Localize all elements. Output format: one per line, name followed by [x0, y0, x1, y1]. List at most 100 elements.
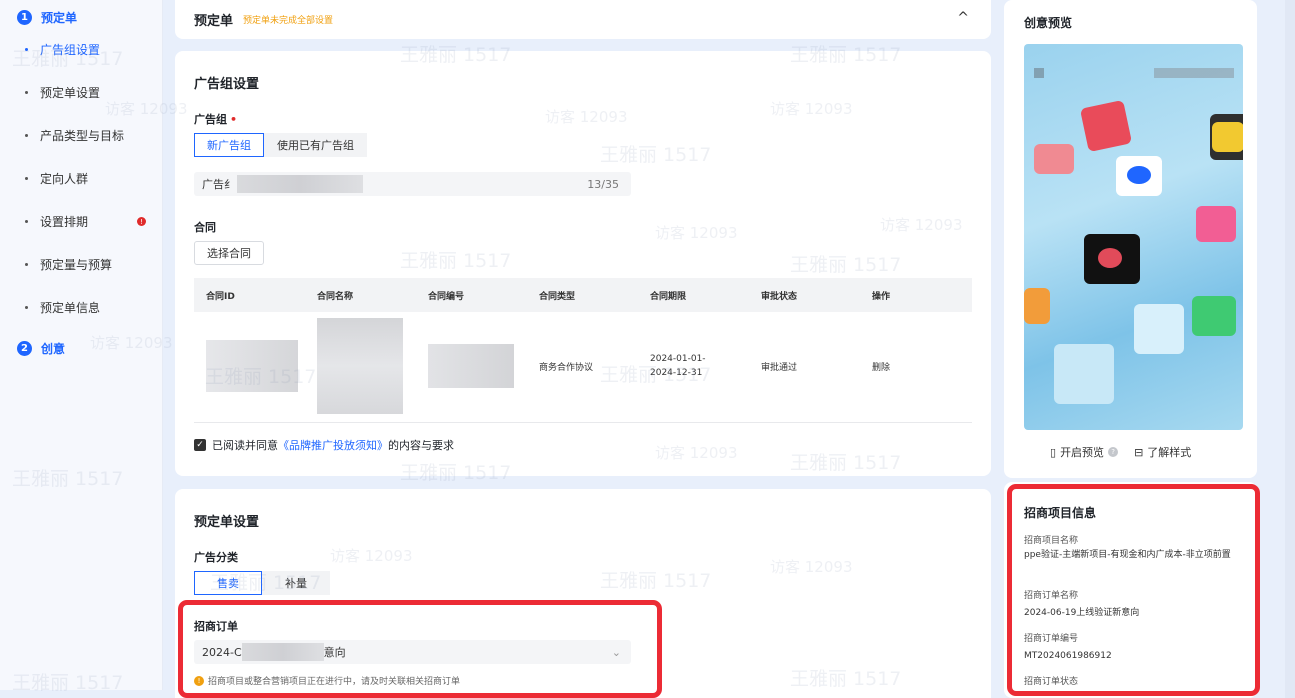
- order-header: 预定单 预定单未完成全部设置 ^: [175, 0, 991, 39]
- contract-label: 合同: [194, 221, 216, 234]
- bullet-icon: [25, 306, 28, 309]
- sidebar-item-targeting[interactable]: 定向人群: [0, 157, 162, 200]
- contract-number-cell: [416, 312, 527, 420]
- open-preview-button[interactable]: 开启预览: [1060, 444, 1104, 460]
- bullet-icon: [25, 134, 28, 137]
- guidelines-link[interactable]: 《品牌推广投放须知》: [278, 437, 388, 453]
- char-counter: 13/35: [587, 177, 619, 191]
- collapse-chevron-icon[interactable]: ^: [957, 10, 969, 26]
- contract-name-cell: [305, 312, 416, 420]
- agreement-text: 已阅读并同意: [212, 439, 278, 452]
- warning-icon: !: [137, 217, 146, 226]
- step-sidebar: 1 预定单 广告组设置 预定单设置 产品类型与目标 定向人群 设置排期! 预定量…: [0, 0, 163, 690]
- sidebar-item-label: 设置排期: [40, 215, 89, 229]
- bullet-icon: [25, 263, 28, 266]
- sidebar-item-label: 预定单设置: [40, 86, 101, 100]
- sidebar-item-label: 预定量与预算: [40, 258, 113, 272]
- agreement-row: ✓ 已阅读并同意 《品牌推广投放须知》 的内容与要求: [194, 437, 454, 453]
- column-header: 操作: [860, 278, 972, 312]
- sale-option[interactable]: 售卖: [194, 571, 262, 595]
- column-header: 合同期限: [638, 278, 749, 312]
- contract-table: 合同ID 合同名称 合同编号 合同类型 合同期限 审批状态 操作 商务合作协议 …: [194, 278, 972, 420]
- app-tile: [1127, 166, 1151, 184]
- step-number-2: 2: [17, 340, 32, 356]
- redacted-value: [428, 344, 514, 388]
- ad-group-label: 广告组 •: [194, 111, 237, 127]
- app-tile: [1196, 206, 1236, 242]
- approval-status-cell: 审批通过: [761, 362, 798, 373]
- sidebar-item-order-info[interactable]: 预定单信息: [0, 286, 162, 329]
- column-header: 合同名称: [305, 278, 416, 312]
- scrollbar-track[interactable]: [1285, 0, 1295, 698]
- table-header-row: 合同ID 合同名称 合同编号 合同类型 合同期限 审批状态 操作: [194, 278, 972, 312]
- ad-group-mode-toggle: 新广告组 使用已有广告组: [194, 133, 367, 157]
- learn-style-link[interactable]: 了解样式: [1147, 444, 1191, 460]
- field-label: 广告组: [194, 113, 227, 126]
- category-label: 广告分类: [194, 551, 238, 564]
- incomplete-tag: 预定单未完成全部设置: [243, 16, 334, 26]
- sidebar-item-label: 定向人群: [40, 172, 89, 186]
- app-tile: [1192, 296, 1236, 336]
- redacted-value: [206, 340, 298, 392]
- sidebar-item-ad-group[interactable]: 广告组设置: [0, 28, 162, 71]
- table-row: 商务合作协议 2024-01-01- 2024-12-31 审批通过 删除: [194, 312, 972, 420]
- app-tile: [1054, 344, 1114, 404]
- step-label: 预定单: [41, 10, 78, 25]
- style-icon: ⊟: [1134, 445, 1144, 459]
- merchant-order-highlight: [178, 600, 662, 698]
- merchant-info-highlight: [1007, 484, 1260, 696]
- sidebar-item-order-settings[interactable]: 预定单设置: [0, 71, 162, 114]
- ad-category-toggle: 售卖 补量: [194, 571, 330, 595]
- app-tile: [1098, 248, 1122, 268]
- page-title: 预定单: [194, 14, 234, 29]
- new-ad-group-option[interactable]: 新广告组: [194, 133, 264, 157]
- column-header: 合同类型: [527, 278, 638, 312]
- sidebar-item-label: 预定单信息: [40, 301, 101, 315]
- bullet-icon: [25, 177, 28, 180]
- input-value: 广告纟: [202, 178, 235, 191]
- status-bar-redacted: [1034, 68, 1234, 78]
- sidebar-item-product-type[interactable]: 产品类型与目标: [0, 114, 162, 157]
- redacted-value: [237, 175, 363, 193]
- required-mark: •: [230, 113, 238, 126]
- section-title: 广告组设置: [194, 77, 260, 92]
- step-creative[interactable]: 2 创意: [0, 337, 162, 359]
- makeup-option[interactable]: 补量: [262, 571, 330, 595]
- app-tile: [1079, 99, 1133, 153]
- app-tile: [1134, 304, 1184, 354]
- creative-preview-card: 创意预览 ▯ 开启预览 ? ⊟ 了解样式: [1004, 0, 1257, 478]
- period-end: 2024-12-31: [650, 368, 703, 378]
- delete-contract-link[interactable]: 删除: [860, 312, 972, 420]
- bullet-icon: [25, 48, 28, 51]
- preview-phone-screen: [1024, 44, 1243, 430]
- existing-ad-group-option[interactable]: 使用已有广告组: [264, 133, 367, 157]
- sidebar-item-label: 广告组设置: [40, 43, 101, 57]
- step-order[interactable]: 1 预定单: [0, 6, 162, 28]
- column-header: 审批状态: [749, 278, 860, 312]
- contract-period-cell: 2024-01-01- 2024-12-31: [638, 312, 749, 420]
- divider: [194, 422, 972, 423]
- agreement-checkbox[interactable]: ✓: [194, 439, 206, 451]
- select-contract-button[interactable]: 选择合同: [194, 241, 264, 265]
- app-tile: [1212, 122, 1243, 152]
- preview-title: 创意预览: [1024, 16, 1073, 30]
- app-tile: [1024, 288, 1050, 324]
- ad-group-card: 广告组设置 广告组 • 新广告组 使用已有广告组 广告纟 13/35 合同 选择合…: [175, 51, 991, 476]
- step-number-1: 1: [17, 9, 32, 25]
- phone-icon: ▯: [1050, 445, 1057, 459]
- ad-group-name-input[interactable]: 广告纟 13/35: [194, 172, 631, 196]
- app-tile: [1034, 144, 1074, 174]
- sidebar-item-label: 产品类型与目标: [40, 129, 125, 143]
- sidebar-item-budget[interactable]: 预定量与预算: [0, 243, 162, 286]
- help-icon[interactable]: ?: [1108, 447, 1119, 457]
- period-start: 2024-01-01-: [650, 354, 706, 364]
- contract-type-cell: 商务合作协议: [539, 362, 594, 373]
- column-header: 合同ID: [194, 278, 305, 312]
- redacted-value: [317, 318, 403, 414]
- sidebar-item-schedule[interactable]: 设置排期!: [0, 200, 162, 243]
- step-label: 创意: [41, 341, 66, 356]
- column-header: 合同编号: [416, 278, 527, 312]
- preview-actions: ▯ 开启预览 ? ⊟ 了解样式: [1050, 444, 1191, 460]
- bullet-icon: [25, 220, 28, 223]
- bullet-icon: [25, 91, 28, 94]
